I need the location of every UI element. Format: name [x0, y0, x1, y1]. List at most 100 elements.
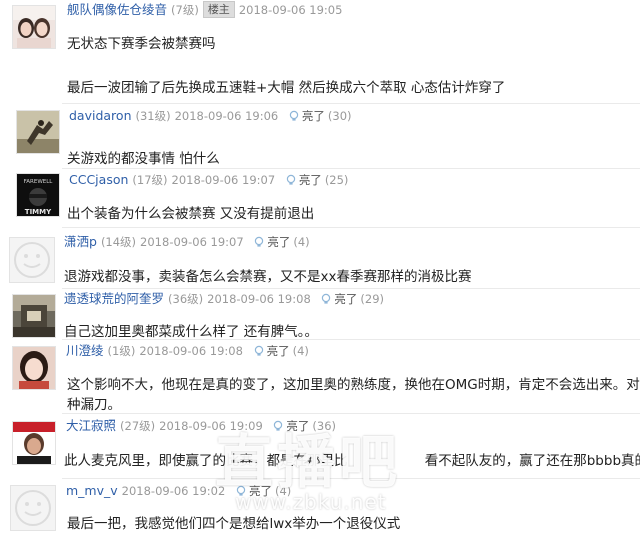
like-count: (4)	[274, 484, 292, 498]
avatar[interactable]	[12, 346, 56, 390]
divider	[62, 339, 640, 340]
post-content: 出个装备为什么会被禁赛 又没有提前退出	[67, 204, 640, 224]
like-label: 亮了	[334, 292, 358, 306]
like-count: (29)	[360, 292, 385, 306]
reply-post: FAREWELL TIMMY CCCjason (17级) 2018-09-06 1…	[0, 170, 640, 228]
content-line: 最后一把，我感觉他们四个是想给lwx举办一个退役仪式	[67, 516, 401, 532]
content-line: 最后一波团输了后先换成五速鞋+大帽 然后换成六个萃取 心态估计炸穿了	[67, 80, 506, 96]
avatar-text-bottom: TIMMY	[25, 208, 52, 216]
like-button[interactable]: 亮了	[320, 290, 357, 308]
reply-post: 川澄绫 (1级) 2018-09-06 19:08 亮了 (4) 这个影响不大，他现在…	[0, 341, 640, 414]
like-count: (4)	[292, 344, 309, 358]
username-link[interactable]: 大江寂照	[66, 418, 116, 433]
post-content: 此人麦克风里，即使赢了的比赛，都是在那里比 看不起队友的，赢了还在那bbbb真的…	[64, 451, 640, 471]
lightbulb-icon	[255, 236, 264, 247]
avatar-text-top: FAREWELL	[24, 179, 54, 185]
reply-post: 大江寂照 (27级) 2018-09-06 19:09 亮了 (36) 此人麦克风里，…	[0, 415, 640, 475]
post-meta: 大江寂照 (27级) 2018-09-06 19:09 亮了 (36)	[66, 417, 336, 435]
like-button[interactable]: 亮了	[272, 417, 309, 435]
reply-post: davidaron (31级) 2018-09-06 19:06 亮了 (30) 关游…	[0, 105, 640, 170]
divider	[62, 103, 640, 104]
content-line: 关游戏的都没事情 怕什么	[67, 151, 220, 167]
reply-post: 舰队偶像佐仓绫音 (7级) 楼主 2018-09-06 19:05 无状态下赛季会被禁…	[0, 0, 640, 100]
user-level: (31级)	[135, 109, 171, 123]
user-level: (7级)	[171, 3, 199, 17]
like-label: 亮了	[248, 484, 272, 498]
reply-post: 遗透球荒的阿奎罗 (36级) 2018-09-06 19:08 亮了 (29) 自己这…	[0, 290, 640, 342]
username-link[interactable]: 川澄绫	[66, 343, 104, 358]
post-date: 2018-09-06 19:02	[121, 484, 226, 498]
username-link[interactable]: 舰队偶像佐仓绫音	[67, 2, 167, 17]
post-date: 2018-09-06 19:09	[159, 419, 263, 433]
content-line	[67, 54, 640, 74]
divider	[62, 478, 640, 479]
like-button[interactable]: 亮了	[285, 171, 322, 189]
like-count: (30)	[327, 109, 352, 123]
lightbulb-icon	[286, 174, 296, 185]
user-level: (14级)	[100, 235, 137, 249]
content-line: 此人麦克风里，即使赢了的比赛，都是在那里比 看不起队友的，赢了还在那bbbb真的…	[64, 453, 640, 469]
avatar[interactable]: FAREWELL TIMMY	[16, 173, 60, 217]
avatar[interactable]	[10, 485, 56, 531]
post-meta: m_mv_v 2018-09-06 19:02 亮了 (4)	[66, 482, 291, 500]
user-level: (17级)	[132, 173, 168, 187]
post-date: 2018-09-06 19:08	[139, 344, 243, 358]
username-link[interactable]: 潇洒p	[64, 234, 97, 249]
lightbulb-icon	[254, 345, 263, 356]
post-content: 无状态下赛季会被禁赛吗 最后一波团输了后先换成五速鞋+大帽 然后换成六个萃取 心…	[67, 34, 640, 98]
avatar[interactable]	[12, 421, 56, 465]
content-line: 种漏刀。	[67, 397, 121, 413]
username-link[interactable]: davidaron	[69, 108, 132, 123]
lightbulb-icon	[274, 420, 283, 431]
reply-post: m_mv_v 2018-09-06 19:02 亮了 (4) 最后一把，我感觉他们四…	[0, 480, 640, 538]
divider	[62, 227, 640, 228]
like-count: (36)	[312, 419, 337, 433]
like-label: 亮了	[267, 235, 291, 249]
post-meta: davidaron (31级) 2018-09-06 19:06 亮了 (30)	[69, 107, 352, 125]
like-label: 亮了	[286, 419, 310, 433]
lightbulb-icon	[322, 293, 331, 304]
divider	[62, 168, 640, 169]
post-meta: 川澄绫 (1级) 2018-09-06 19:08 亮了 (4)	[66, 342, 309, 360]
like-count: (4)	[293, 235, 310, 249]
like-button[interactable]: 亮了	[253, 342, 290, 360]
post-content: 退游戏都没事，卖装备怎么会禁赛，又不是xx春季赛那样的消极比赛	[64, 267, 640, 287]
content-line: 退游戏都没事，卖装备怎么会禁赛，又不是xx春季赛那样的消极比赛	[64, 269, 472, 285]
username-link[interactable]: m_mv_v	[66, 483, 118, 498]
like-button[interactable]: 亮了	[235, 482, 272, 500]
post-date: 2018-09-06 19:07	[140, 235, 244, 249]
post-date: 2018-09-06 19:05	[238, 3, 343, 17]
avatar[interactable]	[12, 5, 56, 49]
post-content: 最后一把，我感觉他们四个是想给lwx举办一个退役仪式	[67, 514, 640, 534]
post-date: 2018-09-06 19:07	[171, 173, 276, 187]
divider	[62, 413, 640, 414]
post-date: 2018-09-06 19:06	[174, 109, 279, 123]
post-meta: 舰队偶像佐仓绫音 (7级) 楼主 2018-09-06 19:05	[67, 1, 342, 19]
post-content: 关游戏的都没事情 怕什么	[67, 149, 640, 169]
post-content: 这个影响不大，他现在是真的变了，这加里奥的熟练度，换他在OMG时期，肯定不会选出…	[67, 375, 640, 415]
user-level: (36级)	[168, 292, 204, 306]
username-link[interactable]: CCCjason	[69, 172, 128, 187]
reply-post: 潇洒p (14级) 2018-09-06 19:07 亮了 (4) 退游戏都没事，卖装…	[0, 229, 640, 289]
username-link[interactable]: 遗透球荒的阿奎罗	[64, 291, 164, 306]
content-line: 这个影响不大，他现在是真的变了，这加里奥的熟练度，换他在OMG时期，肯定不会选出…	[67, 377, 640, 393]
post-meta: 遗透球荒的阿奎罗 (36级) 2018-09-06 19:08 亮了 (29)	[64, 290, 384, 308]
lightbulb-icon	[236, 485, 246, 496]
post-meta: 潇洒p (14级) 2018-09-06 19:07 亮了 (4)	[64, 233, 310, 251]
post-meta: CCCjason (17级) 2018-09-06 19:07 亮了 (25)	[69, 171, 348, 189]
lightbulb-icon	[289, 110, 299, 121]
avatar[interactable]	[16, 110, 60, 154]
user-level: (27级)	[120, 419, 156, 433]
like-label: 亮了	[301, 109, 325, 123]
like-label: 亮了	[298, 173, 322, 187]
avatar[interactable]	[12, 294, 56, 338]
like-button[interactable]: 亮了	[253, 233, 290, 251]
post-date: 2018-09-06 19:08	[207, 292, 311, 306]
avatar[interactable]	[9, 237, 55, 283]
op-badge: 楼主	[202, 1, 235, 18]
content-line: 出个装备为什么会被禁赛 又没有提前退出	[67, 206, 315, 222]
like-count: (25)	[324, 173, 349, 187]
content-line: 无状态下赛季会被禁赛吗	[67, 36, 216, 52]
like-button[interactable]: 亮了	[288, 107, 325, 125]
divider	[62, 288, 640, 289]
